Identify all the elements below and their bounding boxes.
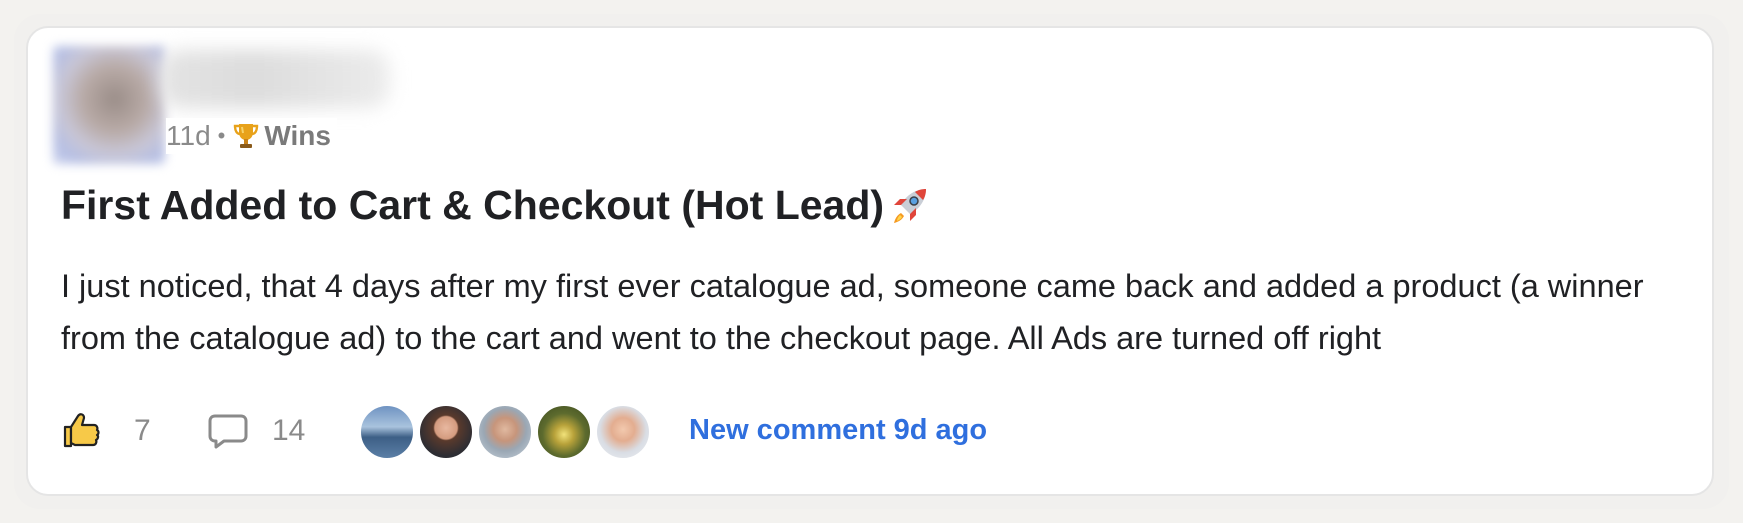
comment-bubble-icon[interactable] xyxy=(207,412,249,450)
trophy-icon xyxy=(234,124,259,148)
thumbs-up-icon[interactable] xyxy=(61,410,101,450)
commenter-avatar[interactable] xyxy=(536,404,592,460)
comment-count: 14 xyxy=(272,414,306,447)
meta-separator: • xyxy=(217,123,226,148)
commenter-avatar[interactable] xyxy=(595,404,651,460)
new-comment-link[interactable]: New comment 9d ago xyxy=(689,414,987,447)
post-title[interactable]: First Added to Cart & Checkout (Hot Lead… xyxy=(61,182,932,229)
post-meta: 11d • Wins xyxy=(166,118,337,154)
author-avatar[interactable] xyxy=(53,46,165,164)
rocket-icon xyxy=(894,188,927,223)
commenter-avatar[interactable] xyxy=(418,404,474,460)
author-name-redacted xyxy=(160,50,390,108)
commenter-avatar[interactable] xyxy=(359,404,415,460)
post-time: 11d xyxy=(166,120,211,151)
post-title-text[interactable]: First Added to Cart & Checkout (Hot Lead… xyxy=(61,182,884,229)
commenter-avatar[interactable] xyxy=(477,404,533,460)
post-footer: 7 14 New comment 9d ago xyxy=(61,404,1661,460)
post-body[interactable]: I just noticed, that 4 days after my fir… xyxy=(61,260,1701,364)
like-count: 7 xyxy=(134,414,151,447)
category-link[interactable]: Wins xyxy=(264,120,331,152)
